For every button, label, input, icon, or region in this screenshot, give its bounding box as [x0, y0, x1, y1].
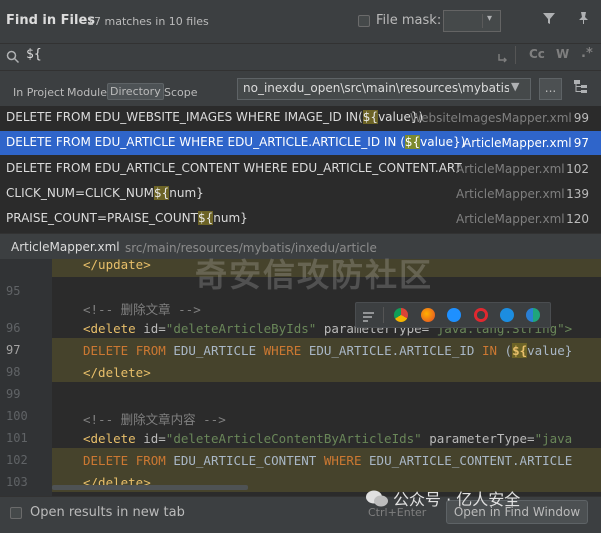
- result-file: ArticleMapper.xml: [456, 162, 565, 176]
- code-line: <!-- 删除文章 -->: [83, 302, 201, 317]
- wechat-account-label: 公众号 · 亿人安全: [393, 490, 521, 509]
- result-row[interactable]: DELETE FROM EDU_WEBSITE_IMAGES WHERE IMA…: [0, 106, 601, 130]
- line-number: 96: [6, 321, 21, 335]
- recursive-tree-icon[interactable]: [568, 78, 593, 100]
- result-code: CLICK_NUM=CLICK_NUM${num}: [6, 186, 204, 200]
- line-number: 99: [6, 387, 21, 401]
- line-number: 100: [6, 409, 28, 423]
- chevron-down-icon[interactable]: ▼: [511, 80, 519, 93]
- result-line: 139: [566, 187, 589, 201]
- scope-tab-directory[interactable]: Directory: [107, 83, 164, 100]
- whole-word-toggle[interactable]: W: [556, 47, 569, 61]
- firefox-icon[interactable]: [421, 308, 435, 322]
- browse-button[interactable]: ...: [539, 78, 562, 100]
- search-input[interactable]: ${: [26, 47, 42, 62]
- result-code: DELETE FROM EDU_WEBSITE_IMAGES WHERE IMA…: [6, 110, 424, 124]
- history-icon[interactable]: [497, 49, 511, 68]
- horizontal-scrollbar[interactable]: [52, 485, 248, 490]
- result-row[interactable]: PRAISE_COUNT=PRAISE_COUNT${num} ArticleM…: [0, 207, 601, 231]
- safari-icon[interactable]: [447, 308, 461, 322]
- pin-icon[interactable]: [576, 11, 590, 29]
- line-gutter: 95 96 97 98 99 100 101 102 103: [0, 259, 52, 496]
- open-results-checkbox[interactable]: [10, 507, 22, 519]
- line-number: 101: [6, 431, 28, 445]
- preview-file-name: ArticleMapper.xml: [11, 240, 120, 254]
- code-line: <!-- 删除文章内容 -->: [83, 412, 226, 427]
- divider: [515, 46, 516, 64]
- result-file: WebsiteImagesMapper.xml: [410, 111, 572, 125]
- ie-icon[interactable]: [500, 308, 514, 322]
- wechat-icon: [365, 489, 389, 513]
- wrap-icon[interactable]: [362, 309, 376, 328]
- open-results-label: Open results in new tab: [30, 505, 185, 520]
- result-file: ArticleMapper.xml: [463, 136, 572, 150]
- directory-path: no_inexdu_open\src\main\resources\mybati…: [243, 81, 509, 95]
- result-row-selected[interactable]: DELETE FROM EDU_ARTICLE WHERE EDU_ARTICL…: [0, 131, 601, 155]
- result-code: DELETE FROM EDU_ARTICLE_CONTENT WHERE ED…: [6, 161, 462, 175]
- divider: [383, 307, 384, 323]
- chevron-down-icon: ▾: [487, 13, 493, 24]
- line-number-current: 97: [6, 343, 21, 357]
- code-line: DELETE FROM EDU_ARTICLE WHERE EDU_ARTICL…: [83, 343, 573, 358]
- line-number: 98: [6, 365, 21, 379]
- line-number: 95: [6, 284, 21, 298]
- results-list: DELETE FROM EDU_WEBSITE_IMAGES WHERE IMA…: [0, 106, 601, 233]
- scope-tab-module[interactable]: Module: [65, 85, 109, 100]
- opera-icon[interactable]: [474, 308, 488, 322]
- result-file: ArticleMapper.xml: [456, 187, 565, 201]
- file-mask-checkbox[interactable]: [358, 15, 370, 27]
- result-code: PRAISE_COUNT=PRAISE_COUNT${num}: [6, 211, 248, 225]
- search-icon: [6, 49, 20, 68]
- line-number: 103: [6, 475, 28, 489]
- code-line: DELETE FROM EDU_ARTICLE_CONTENT WHERE ED…: [83, 453, 573, 468]
- match-case-toggle[interactable]: Cc: [529, 47, 545, 61]
- browser-bar: [355, 302, 551, 328]
- result-line: 102: [566, 162, 589, 176]
- result-row[interactable]: CLICK_NUM=CLICK_NUM${num} ArticleMapper.…: [0, 182, 601, 206]
- code-line: </update>: [83, 259, 151, 272]
- watermark: 奇安信攻防社区: [195, 256, 434, 294]
- scope-tab-scope[interactable]: Scope: [162, 85, 200, 100]
- match-count: 17 matches in 10 files: [87, 15, 209, 28]
- chrome-icon[interactable]: [394, 308, 408, 322]
- scope-tab-in-project[interactable]: In Project: [11, 85, 66, 100]
- result-code: DELETE FROM EDU_ARTICLE WHERE EDU_ARTICL…: [6, 135, 466, 149]
- edge-icon[interactable]: [526, 308, 540, 322]
- file-mask-combo[interactable]: ▾: [443, 10, 501, 32]
- code-line: </delete>: [83, 365, 151, 380]
- code-line: <delete id="deleteArticleContentByArticl…: [83, 431, 573, 446]
- regex-toggle[interactable]: .*: [581, 46, 593, 61]
- result-line: 120: [566, 212, 589, 226]
- line-number: 102: [6, 453, 28, 467]
- file-mask-label: File mask:: [376, 13, 442, 28]
- result-line: 97: [573, 136, 589, 150]
- dialog-title: Find in Files: [6, 13, 96, 28]
- result-row[interactable]: DELETE FROM EDU_ARTICLE_CONTENT WHERE ED…: [0, 157, 601, 181]
- result-line: 99: [573, 111, 589, 125]
- filter-icon[interactable]: [542, 11, 556, 29]
- result-file: ArticleMapper.xml: [456, 212, 565, 226]
